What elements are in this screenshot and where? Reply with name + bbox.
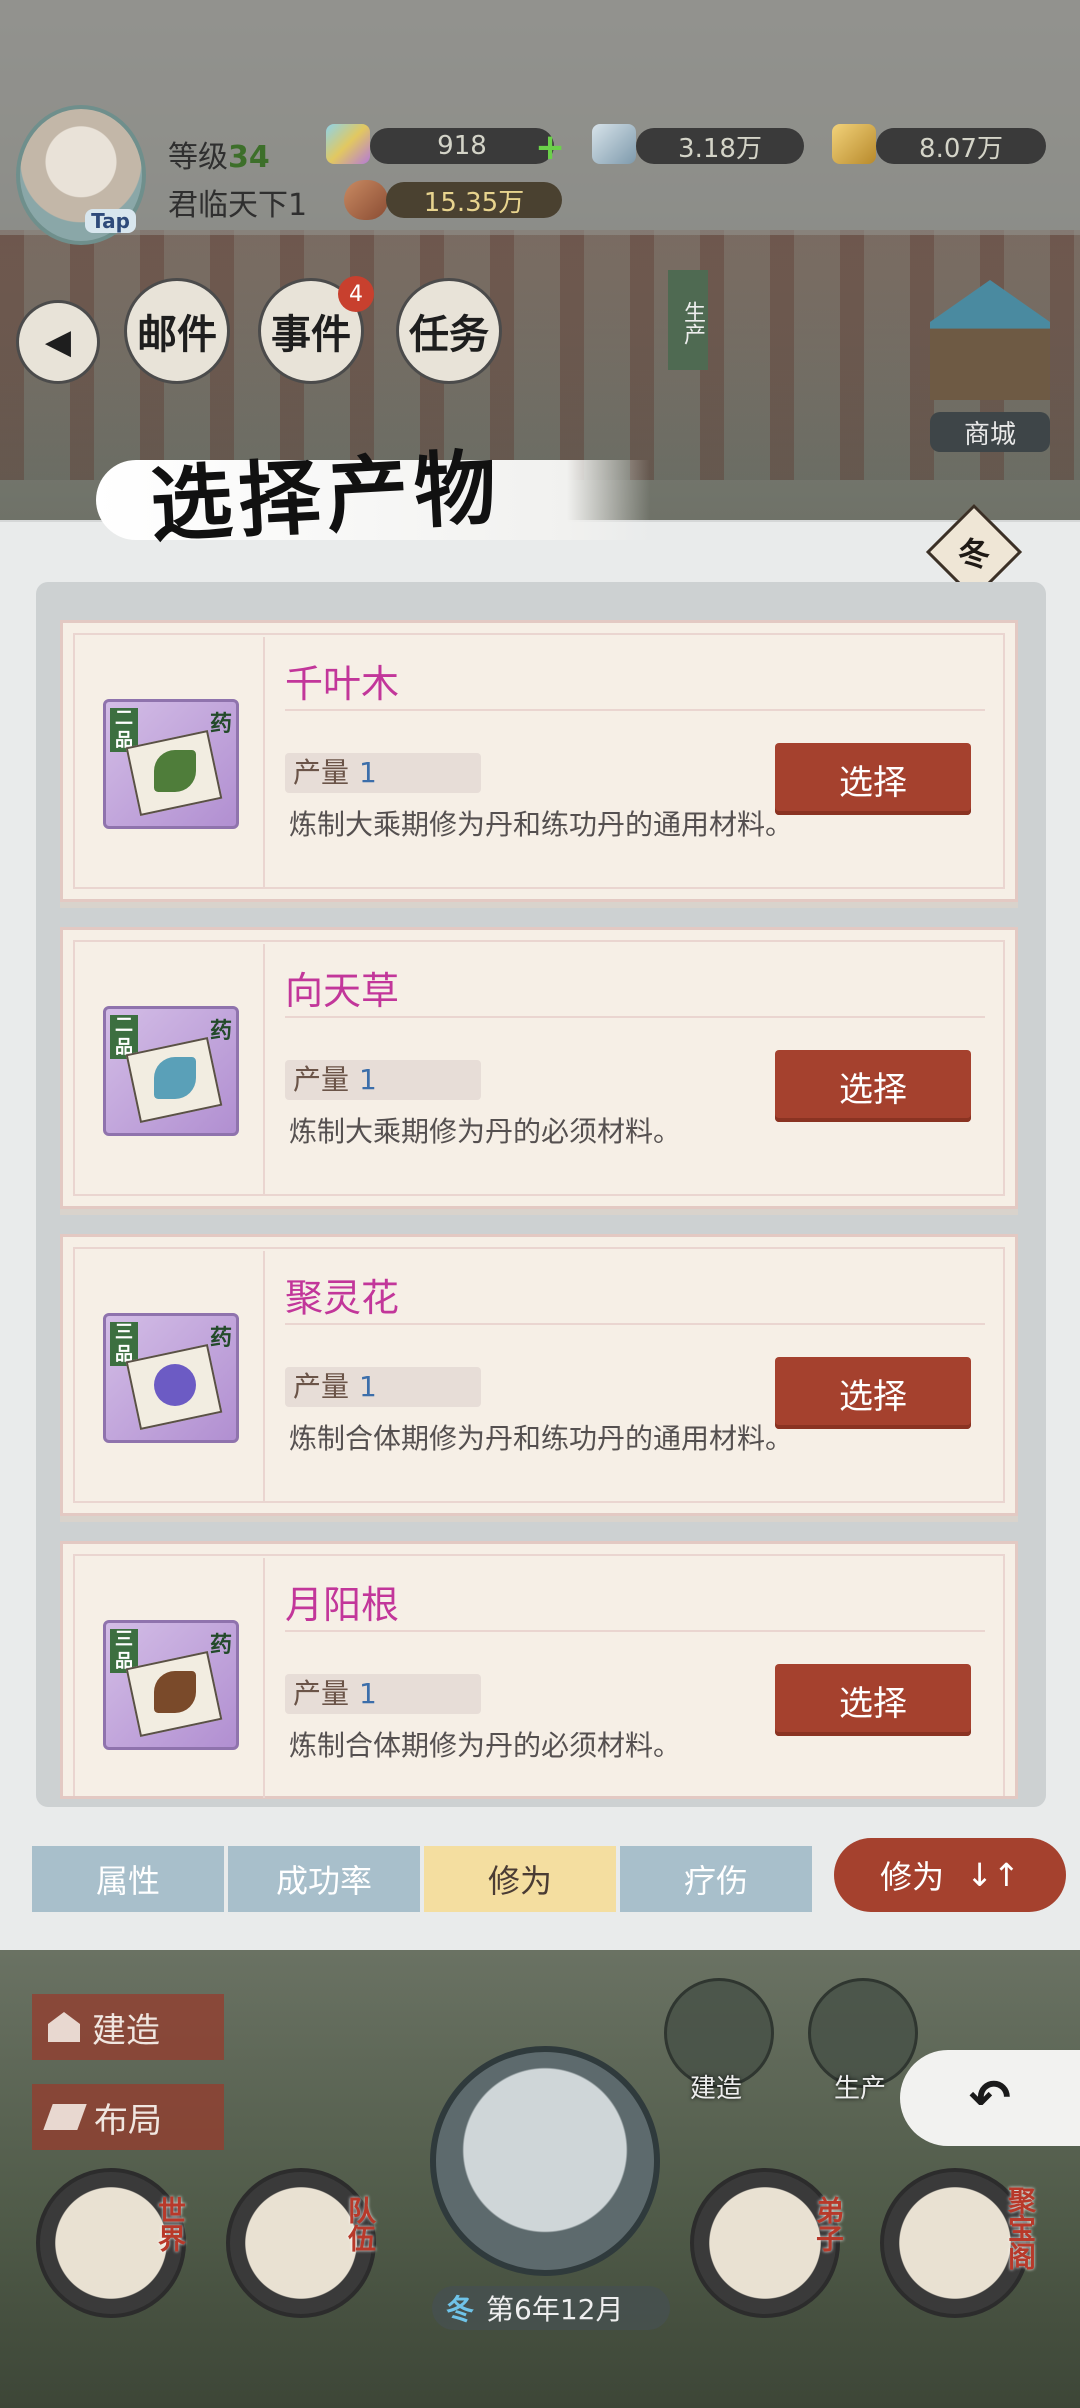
treasure-pavilion-label: 聚宝阁 bbox=[1004, 2186, 1037, 2270]
grid-icon bbox=[43, 2104, 87, 2130]
sort-order-button[interactable]: 修为 ↓↑ bbox=[834, 1838, 1066, 1912]
mail-button[interactable]: 邮件 bbox=[124, 278, 230, 384]
ore-counter: 3.18万 bbox=[636, 128, 804, 164]
yield-label: 产量 bbox=[293, 756, 350, 789]
yield-display: 产量 1 bbox=[285, 1674, 481, 1714]
card-divider bbox=[263, 1558, 265, 1798]
building-icon bbox=[48, 2012, 80, 2042]
product-card: 三品 药 聚灵花 产量 1 炼制合体期修为丹和练功丹的通用材料。 选择 bbox=[60, 1234, 1018, 1516]
item-description: 炼制合体期修为丹和练功丹的通用材料。 bbox=[289, 1422, 794, 1455]
herb-item-icon: 二品 药 bbox=[103, 699, 239, 829]
name-underline bbox=[285, 709, 985, 711]
back-button[interactable]: ◀ bbox=[16, 300, 100, 384]
gold-icon bbox=[832, 124, 876, 164]
yield-label: 产量 bbox=[293, 1677, 350, 1710]
medicine-tag: 药 bbox=[209, 1633, 232, 1658]
return-button[interactable]: ↶ bbox=[900, 2050, 1080, 2146]
avatar-tap-badge: Tap bbox=[85, 209, 136, 233]
spirit-stone-icon bbox=[326, 124, 370, 164]
item-name: 月阳根 bbox=[285, 1583, 400, 1627]
world-label: 世界 bbox=[154, 2196, 187, 2252]
player-name: 君临天下1 bbox=[168, 188, 308, 223]
herb-item-icon: 三品 药 bbox=[103, 1620, 239, 1750]
herb-item-icon: 二品 药 bbox=[103, 1006, 239, 1136]
level-value: 34 bbox=[228, 140, 270, 175]
herb-icon bbox=[154, 1057, 196, 1099]
layout-label: 布局 bbox=[94, 2100, 162, 2141]
produce-mini-label: 生产 bbox=[834, 2074, 887, 2104]
spirit-stone-counter: 918 bbox=[370, 128, 554, 164]
card-divider bbox=[263, 1251, 265, 1501]
medicine-tag: 药 bbox=[209, 1019, 232, 1044]
item-name: 聚灵花 bbox=[285, 1276, 400, 1320]
item-name: 向天草 bbox=[285, 969, 400, 1013]
yield-label: 产量 bbox=[293, 1063, 350, 1096]
events-count-badge: 4 bbox=[338, 276, 374, 312]
meat-icon bbox=[344, 180, 388, 220]
sort-order-label: 修为 bbox=[880, 1858, 945, 1896]
flower-icon bbox=[154, 1364, 196, 1406]
layout-button[interactable]: 布局 bbox=[32, 2084, 224, 2150]
name-underline bbox=[285, 1016, 985, 1018]
select-button[interactable]: 选择 bbox=[775, 1050, 971, 1122]
season-label: 冬 bbox=[446, 2293, 475, 2326]
yield-value: 1 bbox=[359, 1370, 377, 1403]
item-description: 炼制合体期修为丹的必须材料。 bbox=[289, 1729, 682, 1762]
ore-icon bbox=[592, 124, 636, 164]
name-underline bbox=[285, 1630, 985, 1632]
sort-tab-healing[interactable]: 疗伤 bbox=[620, 1846, 812, 1912]
add-spirit-stone-button[interactable]: + bbox=[535, 127, 565, 168]
sort-tab-attribute[interactable]: 属性 bbox=[32, 1846, 224, 1912]
build-button[interactable]: 建造 bbox=[32, 1994, 224, 2060]
yield-value: 1 bbox=[359, 1063, 377, 1096]
yield-display: 产量 1 bbox=[285, 1060, 481, 1100]
select-button[interactable]: 选择 bbox=[775, 1357, 971, 1429]
produce-tag: 生产 bbox=[668, 270, 708, 370]
item-description: 炼制大乘期修为丹和练功丹的通用材料。 bbox=[289, 808, 794, 841]
yield-label: 产量 bbox=[293, 1370, 350, 1403]
meat-counter: 15.35万 bbox=[386, 182, 562, 218]
team-label: 队伍 bbox=[344, 2196, 377, 2252]
yield-value: 1 bbox=[359, 1677, 377, 1710]
panel-title: 选择产物 bbox=[148, 439, 505, 555]
select-button[interactable]: 选择 bbox=[775, 743, 971, 815]
date-label: 第6年12月 bbox=[486, 2293, 624, 2326]
herb-item-icon: 三品 药 bbox=[103, 1313, 239, 1443]
product-card: 三品 药 月阳根 产量 1 炼制合体期修为丹的必须材料。 选择 bbox=[60, 1541, 1018, 1799]
product-card: 二品 药 千叶木 产量 1 炼制大乘期修为丹和练功丹的通用材料。 选择 bbox=[60, 620, 1018, 902]
level-label: 等级 bbox=[168, 140, 228, 175]
yield-display: 产量 1 bbox=[285, 1367, 481, 1407]
root-icon bbox=[154, 1671, 196, 1713]
tasks-button[interactable]: 任务 bbox=[396, 278, 502, 384]
sort-tab-success-rate[interactable]: 成功率 bbox=[228, 1846, 420, 1912]
level-display: 等级34 bbox=[168, 132, 270, 176]
herb-icon bbox=[154, 750, 196, 792]
build-label: 建造 bbox=[92, 2010, 160, 2051]
card-divider bbox=[263, 637, 265, 887]
medicine-tag: 药 bbox=[209, 712, 232, 737]
gold-counter: 8.07万 bbox=[876, 128, 1046, 164]
mall-label[interactable]: 商城 bbox=[930, 412, 1050, 452]
item-description: 炼制大乘期修为丹的必须材料。 bbox=[289, 1115, 682, 1148]
build-mini-label: 建造 bbox=[690, 2074, 743, 2104]
yield-value: 1 bbox=[359, 756, 377, 789]
medicine-tag: 药 bbox=[209, 1326, 232, 1351]
player-avatar[interactable]: Tap bbox=[16, 105, 146, 245]
disciples-label: 弟子 bbox=[812, 2196, 845, 2252]
season-tree-icon[interactable] bbox=[430, 2046, 660, 2276]
sort-tab-cultivation[interactable]: 修为 bbox=[424, 1846, 616, 1912]
item-name: 千叶木 bbox=[285, 662, 400, 706]
yield-display: 产量 1 bbox=[285, 753, 481, 793]
sort-arrows-icon: ↓↑ bbox=[966, 1856, 1020, 1894]
season-badge-text: 冬 bbox=[957, 534, 991, 573]
product-card: 二品 药 向天草 产量 1 炼制大乘期修为丹的必须材料。 选择 bbox=[60, 927, 1018, 1209]
select-button[interactable]: 选择 bbox=[775, 1664, 971, 1736]
date-display: 冬 第6年12月 bbox=[432, 2286, 670, 2330]
name-underline bbox=[285, 1323, 985, 1325]
card-divider bbox=[263, 944, 265, 1194]
